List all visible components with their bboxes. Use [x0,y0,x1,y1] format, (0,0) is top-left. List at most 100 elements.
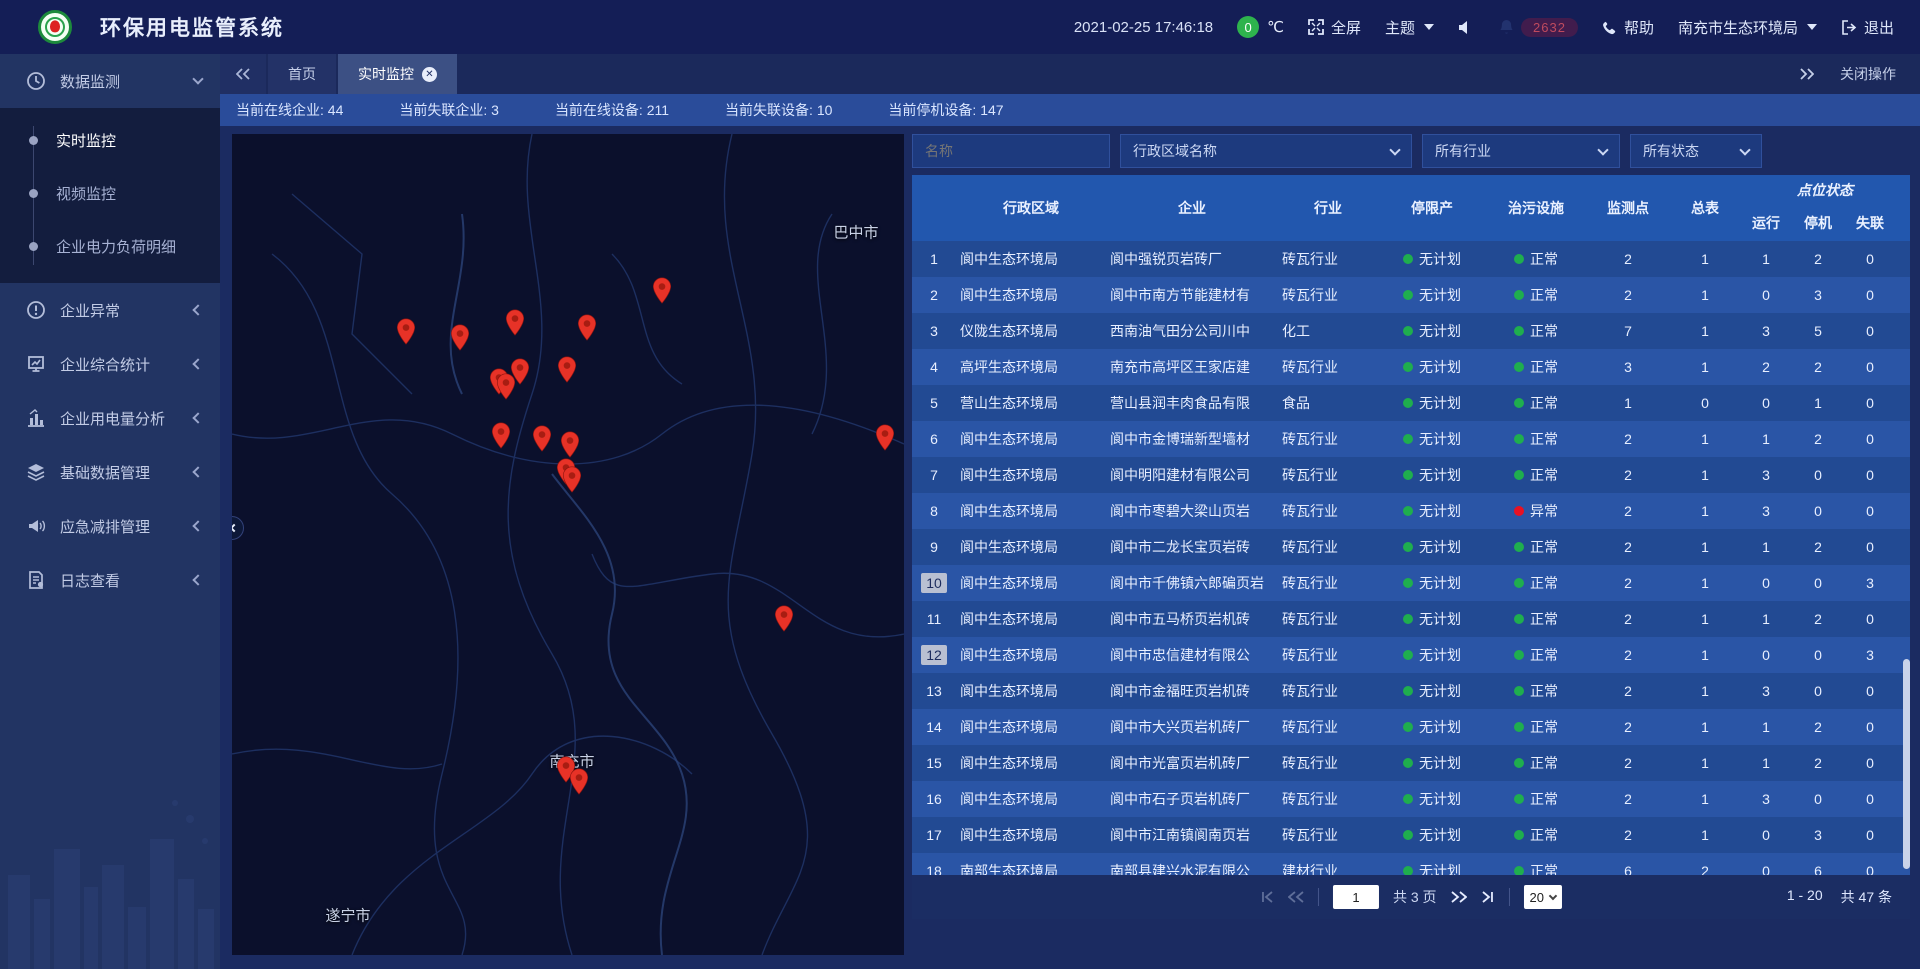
table-row[interactable]: 16 阆中生态环境局 阆中市石子页岩机砖厂 砖瓦行业 无计划 正常 2 1 3 … [912,781,1910,817]
status-dot [1514,506,1524,516]
map-pin[interactable] [653,277,672,304]
table-row[interactable]: 1 阆中生态环境局 阆中强锐页岩砖厂 砖瓦行业 无计划 正常 2 1 1 2 0 [912,241,1910,277]
fullscreen-button[interactable]: 全屏 [1308,17,1361,38]
sidebar-subitem[interactable]: 实时监控 [0,114,220,167]
app-header: 环保用电监管系统 2021-02-25 17:46:18 0 ℃ 全屏 主题 [0,0,1920,54]
map-pin[interactable] [511,358,530,385]
sidebar-item-4[interactable]: 基础数据管理 [0,445,220,499]
sidebar-item-5[interactable]: 应急减排管理 [0,499,220,553]
row-company[interactable]: 营山县润丰肉食品有限 [1106,393,1278,413]
name-search-input[interactable] [912,134,1110,168]
sidebar-item-0[interactable]: 数据监测 [0,54,220,108]
last-page-button[interactable] [1481,891,1495,903]
row-company[interactable]: 阆中市二龙长宝页岩砖 [1106,537,1278,557]
row-company[interactable]: 阆中市金博瑞新型墙材 [1106,429,1278,449]
status-select[interactable]: 所有状态 [1630,134,1762,168]
map-pin[interactable] [506,309,525,336]
table-row[interactable]: 11 阆中生态环境局 阆中市五马桥页岩机砖 砖瓦行业 无计划 正常 2 1 1 … [912,601,1910,637]
help-button[interactable]: 帮助 [1602,17,1654,38]
tab-close-icon[interactable]: ✕ [422,67,437,82]
map-pin[interactable] [570,768,589,795]
row-company[interactable]: 南充市高坪区王家店建 [1106,357,1278,377]
table-row[interactable]: 10 阆中生态环境局 阆中市千佛镇六郎碥页岩 砖瓦行业 无计划 正常 2 1 0… [912,565,1910,601]
row-company[interactable]: 阆中市大兴页岩机砖厂 [1106,717,1278,737]
next-page-button[interactable] [1451,891,1467,903]
row-total-meters: 1 [1670,683,1740,699]
row-company[interactable]: 阆中市江南镇阆南页岩 [1106,825,1278,845]
row-company[interactable]: 阆中市枣碧大梁山页岩 [1106,501,1278,521]
page-number-input[interactable] [1333,885,1379,909]
map-pin[interactable] [876,424,895,451]
table-scrollbar[interactable] [1903,659,1910,869]
map-pin[interactable] [397,318,416,345]
map-pin[interactable] [492,422,511,449]
org-menu[interactable]: 南充市生态环境局 [1678,17,1817,38]
row-company[interactable]: 南部县建兴水泥有限公 [1106,861,1278,875]
row-industry: 砖瓦行业 [1278,645,1378,665]
row-company[interactable]: 阆中市南方节能建材有 [1106,285,1278,305]
map-pin[interactable] [561,431,580,458]
map-pin[interactable] [533,425,552,452]
sidebar-subitem[interactable]: 视频监控 [0,167,220,220]
status-dot [1514,542,1524,552]
industry-select[interactable]: 所有行业 [1422,134,1620,168]
stat-label: 当前停机设备: [888,102,980,118]
table-row[interactable]: 5 营山生态环境局 营山县润丰肉食品有限 食品 无计划 正常 1 0 0 1 0 [912,385,1910,421]
row-company[interactable]: 阆中市五马桥页岩机砖 [1106,609,1278,629]
tab-首页[interactable]: 首页 [268,54,336,94]
table-row[interactable]: 18 南部生态环境局 南部县建兴水泥有限公 建材行业 无计划 正常 6 2 0 … [912,853,1910,875]
table-row[interactable]: 8 阆中生态环境局 阆中市枣碧大梁山页岩 砖瓦行业 无计划 异常 2 1 3 0… [912,493,1910,529]
tabs-scroll-left-button[interactable] [220,54,266,94]
row-offline: 0 [1844,323,1896,339]
logout-button[interactable]: 退出 [1841,17,1894,38]
sound-toggle[interactable] [1458,20,1475,35]
table-row[interactable]: 2 阆中生态环境局 阆中市南方节能建材有 砖瓦行业 无计划 正常 2 1 0 3… [912,277,1910,313]
previous-page-button[interactable] [1288,891,1304,903]
notifications[interactable]: 2632 [1499,18,1578,37]
table-row[interactable]: 12 阆中生态环境局 阆中市忠信建材有限公 砖瓦行业 无计划 正常 2 1 0 … [912,637,1910,673]
tabs-scroll-right-button[interactable] [1800,68,1814,80]
sidebar-item-label: 企业用电量分析 [60,408,194,429]
table-row[interactable]: 3 仪陇生态环境局 西南油气田分公司川中 化工 无计划 正常 7 1 3 5 0 [912,313,1910,349]
row-production-limit: 无计划 [1378,537,1486,557]
row-company[interactable]: 阆中市千佛镇六郎碥页岩 [1106,573,1278,593]
map[interactable]: 巴中市南充市遂宁市 [232,134,904,955]
table-row[interactable]: 17 阆中生态环境局 阆中市江南镇阆南页岩 砖瓦行业 无计划 正常 2 1 0 … [912,817,1910,853]
table-row[interactable]: 6 阆中生态环境局 阆中市金博瑞新型墙材 砖瓦行业 无计划 正常 2 1 1 2… [912,421,1910,457]
sidebar-item-3[interactable]: 企业用电量分析 [0,391,220,445]
table-row[interactable]: 14 阆中生态环境局 阆中市大兴页岩机砖厂 砖瓦行业 无计划 正常 2 1 1 … [912,709,1910,745]
table-row[interactable]: 15 阆中生态环境局 阆中市光富页岩机砖厂 砖瓦行业 无计划 正常 2 1 1 … [912,745,1910,781]
theme-menu[interactable]: 主题 [1385,17,1434,38]
sidebar-item-6[interactable]: 日志查看 [0,553,220,607]
row-region: 阆中生态环境局 [956,249,1106,269]
row-company[interactable]: 西南油气田分公司川中 [1106,321,1278,341]
first-page-button[interactable] [1260,891,1274,903]
sidebar-item-1[interactable]: 企业异常 [0,283,220,337]
map-pin[interactable] [578,314,597,341]
map-pin[interactable] [563,466,582,493]
row-stopped: 0 [1792,791,1844,807]
table-row[interactable]: 13 阆中生态环境局 阆中市金福旺页岩机砖 砖瓦行业 无计划 正常 2 1 3 … [912,673,1910,709]
row-company[interactable]: 阆中市光富页岩机砖厂 [1106,753,1278,773]
region-select[interactable]: 行政区域名称 [1120,134,1412,168]
row-company[interactable]: 阆中明阳建材有限公司 [1106,465,1278,485]
map-pin[interactable] [558,356,577,383]
close-operations-menu[interactable]: 关闭操作 [1840,64,1896,84]
map-pin[interactable] [451,324,470,351]
row-company[interactable]: 阆中市忠信建材有限公 [1106,645,1278,665]
row-company[interactable]: 阆中市金福旺页岩机砖 [1106,681,1278,701]
tab-实时监控[interactable]: 实时监控✕ [338,54,457,94]
row-company[interactable]: 阆中市石子页岩机砖厂 [1106,789,1278,809]
row-index: 16 [912,789,956,809]
page-size-select[interactable]: 20 [1524,885,1562,909]
stat-value: 3 [491,102,499,118]
table-row[interactable]: 4 高坪生态环境局 南充市高坪区王家店建 砖瓦行业 无计划 正常 3 1 2 2… [912,349,1910,385]
row-total-meters: 2 [1670,863,1740,875]
row-company[interactable]: 阆中强锐页岩砖厂 [1106,249,1278,269]
table-row[interactable]: 9 阆中生态环境局 阆中市二龙长宝页岩砖 砖瓦行业 无计划 正常 2 1 1 2… [912,529,1910,565]
sidebar-subitem[interactable]: 企业电力负荷明细 [0,220,220,273]
map-pin[interactable] [775,605,794,632]
sidebar-item-2[interactable]: 企业综合统计 [0,337,220,391]
stat-item: 当前在线企业: 44 [236,100,343,120]
table-row[interactable]: 7 阆中生态环境局 阆中明阳建材有限公司 砖瓦行业 无计划 正常 2 1 3 0… [912,457,1910,493]
